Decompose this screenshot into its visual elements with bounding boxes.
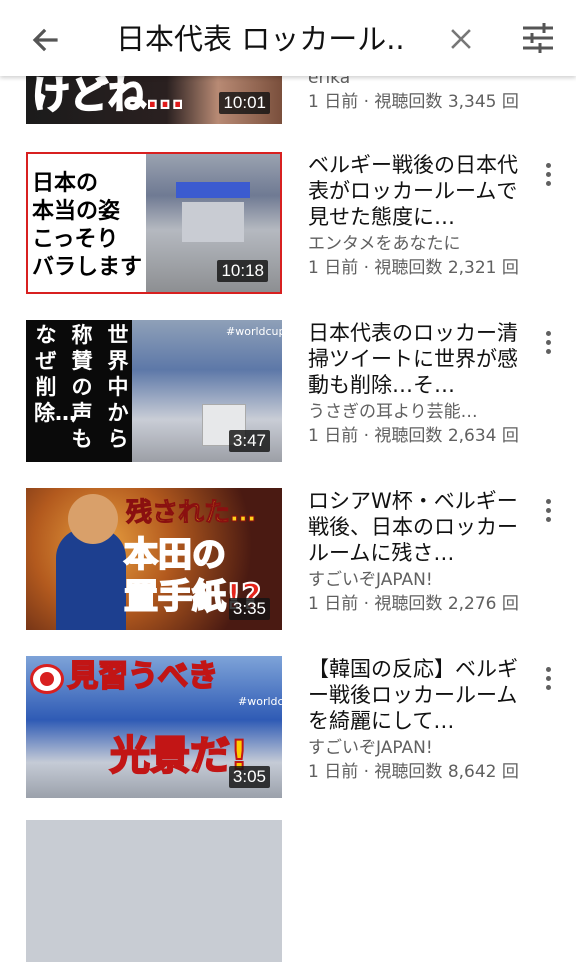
thumbnail-caption: 見習うべき <box>67 659 219 694</box>
video-meta: 1 日前 · 視聴回数 2,634 回 <box>308 426 519 446</box>
close-icon[interactable] <box>444 22 478 56</box>
more-vert-icon[interactable] <box>534 328 562 362</box>
video-title[interactable]: 【韓国の反応】ベルギー戦後ロッカールームを綺麗にして… <box>308 656 522 734</box>
video-item[interactable]: 日本の 本当の姿 こっそり バラします 10:18 ベルギー戦後の日本代表がロッ… <box>0 152 576 302</box>
more-vert-icon[interactable] <box>534 160 562 194</box>
worldcup-tag: #worldcup <box>226 325 282 338</box>
duration-badge: 10:01 <box>219 92 270 114</box>
thumbnail-caption: 光景だ! <box>109 733 249 779</box>
duration-badge: 3:05 <box>228 766 270 788</box>
video-item[interactable] <box>0 820 576 970</box>
video-thumbnail[interactable]: 世界中から 称賛の声も なぜ削除… #worldcup 3:47 <box>26 320 282 462</box>
video-thumbnail[interactable]: 日本の 本当の姿 こっそり バラします 10:18 <box>26 152 282 294</box>
video-title[interactable]: 日本代表のロッカー清掃ツイートに世界が感動も削除…そ… <box>308 320 522 398</box>
japan-flag-icon <box>30 664 64 694</box>
duration-badge: 3:47 <box>228 430 270 452</box>
thumbnail-caption: けどね… <box>31 73 185 117</box>
video-thumbnail[interactable] <box>26 820 282 962</box>
more-vert-icon[interactable] <box>534 496 562 530</box>
thumbnail-caption: 日本の 本当の姿 こっそり バラします <box>32 171 143 280</box>
video-item[interactable]: 世界中から 称賛の声も なぜ削除… #worldcup 3:47 日本代表のロッ… <box>0 320 576 470</box>
thumbnail-caption: なぜ削除… <box>34 323 76 425</box>
thumbnail-caption: 世界中から <box>107 323 129 451</box>
duration-badge: 3:35 <box>228 598 270 620</box>
video-item[interactable]: 見習うべき 光景だ! #worldcup 3:05 【韓国の反応】ベルギー戦後ロ… <box>0 656 576 806</box>
video-title[interactable]: ベルギー戦後の日本代表がロッカールームで見せた態度に… <box>308 152 522 230</box>
filter-sliders-icon[interactable] <box>520 20 556 56</box>
video-item[interactable]: 残された… 本田の 置手紙!? 3:35 ロシアW杯・ベルギー戦後、日本のロッカ… <box>0 488 576 638</box>
back-arrow-icon[interactable] <box>26 20 66 60</box>
search-header: 日本代表 ロッカール... <box>0 0 576 76</box>
search-results-list: けどね… 10:01 erika 1 日前 · 視聴回数 3,345 回 日本の… <box>0 0 576 962</box>
channel-name: エンタメをあなたに <box>308 234 461 254</box>
thumbnail-caption: 本田の <box>123 535 227 575</box>
duration-badge: 10:18 <box>217 260 268 282</box>
channel-name: うさぎの耳より芸能… <box>308 402 478 422</box>
channel-name: すごいぞJAPAN! <box>308 570 433 590</box>
video-meta: 1 日前 · 視聴回数 2,321 回 <box>308 258 519 278</box>
video-meta: 1 日前 · 視聴回数 8,642 回 <box>308 762 519 782</box>
video-title[interactable]: ロシアW杯・ベルギー戦後、日本のロッカールームに残さ… <box>308 488 522 566</box>
video-thumbnail[interactable]: 残された… 本田の 置手紙!? 3:35 <box>26 488 282 630</box>
video-meta: 1 日前 · 視聴回数 3,345 回 <box>308 92 519 112</box>
video-thumbnail[interactable]: 見習うべき 光景だ! #worldcup 3:05 <box>26 656 282 798</box>
more-vert-icon[interactable] <box>534 664 562 698</box>
channel-name: すごいぞJAPAN! <box>308 738 433 758</box>
thumbnail-caption: 称賛の声も <box>71 323 93 451</box>
search-query[interactable]: 日本代表 ロッカール... <box>116 18 406 60</box>
thumbnail-caption: 残された… <box>125 498 257 528</box>
worldcup-tag: #worldcup <box>238 695 282 708</box>
video-meta: 1 日前 · 視聴回数 2,276 回 <box>308 594 519 614</box>
